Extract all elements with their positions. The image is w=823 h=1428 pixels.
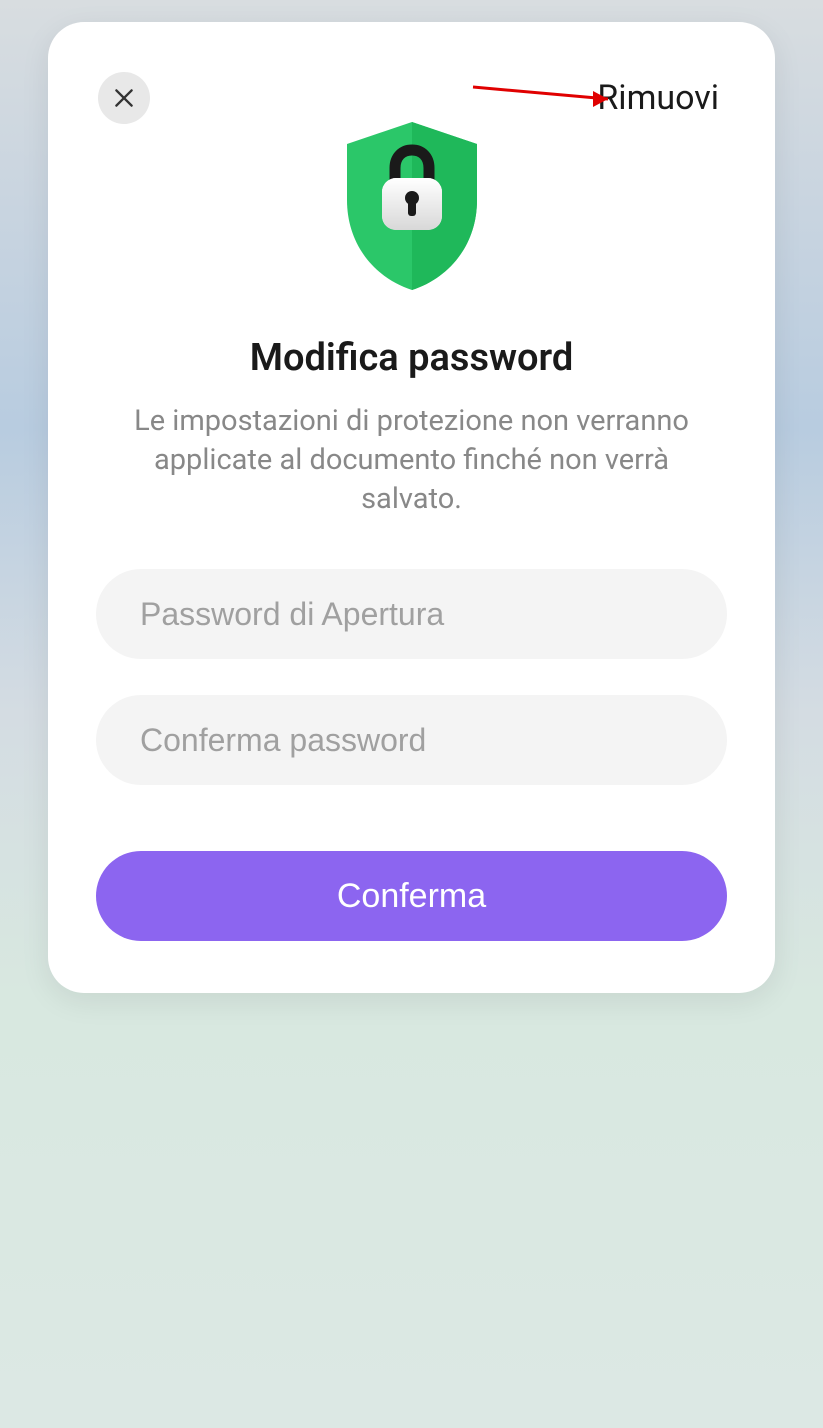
- shield-lock-icon: [96, 110, 727, 300]
- close-icon: [111, 85, 137, 111]
- remove-link[interactable]: Rimuovi: [597, 78, 719, 118]
- modal-title: Modifica password: [96, 336, 727, 380]
- password-modal: Rimuovi Modifica password Le: [48, 22, 775, 993]
- close-button[interactable]: [98, 72, 150, 124]
- password-input[interactable]: [96, 569, 727, 659]
- confirm-button[interactable]: Conferma: [96, 851, 727, 941]
- modal-description: Le impostazioni di protezione non verran…: [96, 402, 727, 519]
- confirm-password-input[interactable]: [96, 695, 727, 785]
